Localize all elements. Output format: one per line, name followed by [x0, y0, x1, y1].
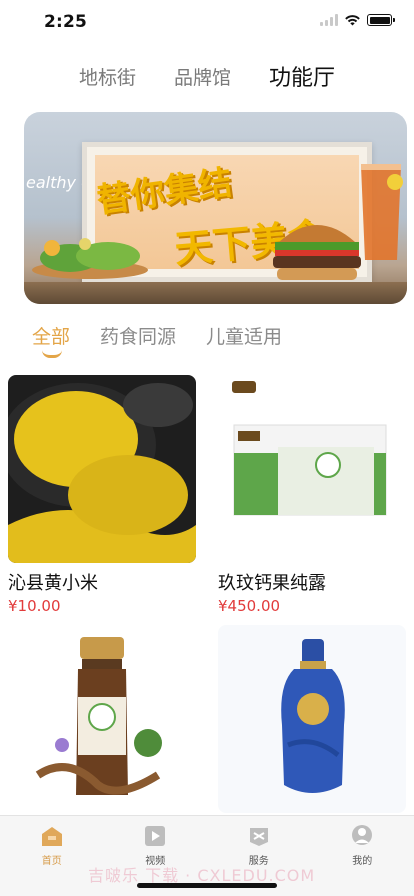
category-tab-all[interactable]: 全部 — [32, 322, 71, 358]
banner-table — [24, 282, 407, 304]
category-tab-children[interactable]: 儿童适用 — [206, 322, 282, 349]
product-name: 沁县黄小米 — [8, 573, 98, 594]
category-tab-medicinal-food[interactable]: 药食同源 — [100, 322, 176, 349]
video-icon — [145, 826, 166, 846]
product-price: ¥10.00 — [8, 597, 61, 615]
top-tab-function-hall[interactable]: 功能厅 — [269, 60, 335, 92]
top-tab-brand-hall[interactable]: 品牌馆 — [174, 63, 231, 90]
home-icon — [41, 827, 62, 846]
wifi-icon — [345, 15, 360, 26]
top-tabs: 地标街 品牌馆 功能厅 — [0, 58, 414, 94]
home-indicator — [137, 883, 277, 888]
product-image-liquor — [218, 625, 406, 813]
top-tab-landmark-street[interactable]: 地标街 — [79, 63, 136, 90]
product-price: ¥450.00 — [218, 597, 281, 615]
signal-icon — [320, 14, 338, 26]
product-image-box — [218, 375, 406, 563]
product-card[interactable] — [218, 625, 406, 847]
status-time: 2:25 — [44, 12, 88, 32]
category-tab-all-label: 全部 — [32, 326, 71, 348]
product-card[interactable]: 玖玟钙果纯露 ¥450.00 — [218, 375, 406, 615]
profile-icon — [352, 825, 373, 845]
product-image-bottle — [8, 625, 196, 813]
salad-image — [32, 238, 148, 279]
battery-icon — [367, 14, 395, 26]
promo-banner[interactable]: ealthy ood 替你集结 天下美食 — [24, 112, 407, 304]
tab-profile[interactable]: 我的 — [311, 816, 414, 896]
iced-tea-image — [361, 164, 403, 260]
service-icon — [249, 828, 268, 846]
status-icons — [320, 14, 395, 26]
status-bar: 2:25 — [0, 0, 414, 44]
category-tabs: 全部 药食同源 儿童适用 — [32, 322, 282, 358]
tab-profile-label: 我的 — [352, 856, 373, 867]
product-image-millet — [8, 375, 196, 563]
product-name: 玖玟钙果纯露 — [218, 573, 326, 594]
product-card[interactable]: 沁县黄小米 ¥10.00 — [8, 375, 196, 615]
category-active-indicator — [42, 350, 62, 358]
burger-image — [273, 225, 361, 280]
product-card[interactable] — [8, 625, 196, 847]
tab-home-label: 首页 — [41, 856, 62, 867]
